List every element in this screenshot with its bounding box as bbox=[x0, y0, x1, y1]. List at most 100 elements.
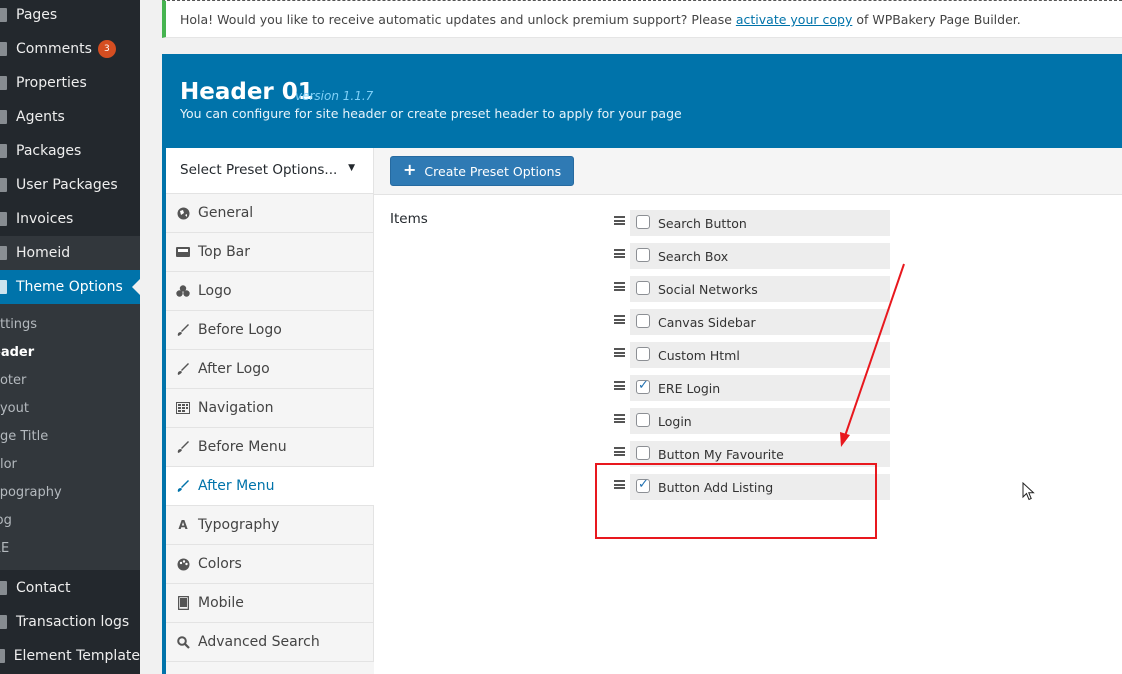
item-checkbox[interactable] bbox=[636, 281, 650, 295]
menu-item-label: Pages bbox=[16, 7, 58, 23]
sortable-item-search-button[interactable]: Search Button bbox=[610, 210, 890, 236]
submenu-item-typography[interactable]: ypography bbox=[0, 479, 62, 507]
section-general[interactable]: General bbox=[166, 194, 374, 233]
item-label: Button My Favourite bbox=[658, 447, 784, 462]
drag-handle-icon[interactable] bbox=[614, 249, 625, 258]
item-checkbox[interactable] bbox=[636, 248, 650, 262]
packages-icon bbox=[0, 144, 7, 158]
section-before-logo[interactable]: Before Logo bbox=[166, 311, 374, 350]
drag-handle-icon[interactable] bbox=[614, 414, 625, 423]
submenu-item-blog[interactable]: log bbox=[0, 507, 12, 535]
menu-item-user-packages[interactable]: User Packages bbox=[0, 168, 140, 202]
sortable-item-canvas-sidebar[interactable]: Canvas Sidebar bbox=[610, 309, 890, 335]
item-checkbox[interactable] bbox=[636, 314, 650, 328]
sortable-item-login[interactable]: Login bbox=[610, 408, 890, 434]
section-nav: Select Preset Options... ▼ General Top B… bbox=[162, 148, 374, 674]
item-checkbox[interactable] bbox=[636, 347, 650, 361]
menu-item-homeid[interactable]: Homeid bbox=[0, 236, 140, 270]
menu-item-label: Invoices bbox=[16, 211, 74, 227]
pages-icon bbox=[0, 8, 7, 22]
drag-handle-icon[interactable] bbox=[614, 381, 625, 390]
section-top-bar[interactable]: Top Bar bbox=[166, 233, 374, 272]
menu-item-label: Element Template bbox=[13, 648, 140, 664]
menu-item-properties[interactable]: Properties bbox=[0, 66, 140, 100]
submenu-item-settings[interactable]: ettings bbox=[0, 311, 37, 339]
theme-options-submenu: ettings eader ooter ayout age Title olor… bbox=[0, 304, 140, 570]
item-label: Canvas Sidebar bbox=[658, 315, 756, 330]
section-label: After Menu bbox=[198, 478, 275, 494]
submenu-item-header[interactable]: eader bbox=[0, 339, 34, 367]
item-label: Social Networks bbox=[658, 282, 758, 297]
version-label: version 1.1.7 bbox=[295, 89, 374, 103]
create-preset-label: Create Preset Options bbox=[424, 163, 562, 179]
submenu-item-footer[interactable]: ooter bbox=[0, 367, 26, 395]
drag-handle-icon[interactable] bbox=[614, 447, 625, 456]
item-checkbox[interactable] bbox=[636, 215, 650, 229]
section-label: General bbox=[198, 205, 254, 221]
menu-item-label: Contact bbox=[16, 580, 71, 596]
sortable-item-social-networks[interactable]: Social Networks bbox=[610, 276, 890, 302]
section-before-menu[interactable]: Before Menu bbox=[166, 428, 374, 467]
section-after-menu[interactable]: After Menu bbox=[166, 467, 374, 506]
section-colors[interactable]: Colors bbox=[166, 545, 374, 584]
section-label: Navigation bbox=[198, 400, 274, 416]
menu-item-label: Homeid bbox=[16, 245, 71, 261]
sortable-item-ere-login[interactable]: ✓ ERE Login bbox=[610, 375, 890, 401]
menu-item-label: Packages bbox=[16, 143, 82, 159]
sortable-item-custom-html[interactable]: Custom Html bbox=[610, 342, 890, 368]
menu-item-pages[interactable]: Pages bbox=[0, 0, 140, 32]
menu-item-transaction-logs[interactable]: Transaction logs bbox=[0, 605, 140, 639]
properties-icon bbox=[0, 76, 7, 90]
section-logo[interactable]: Logo bbox=[166, 272, 374, 311]
menu-item-agents[interactable]: Agents bbox=[0, 100, 140, 134]
item-label: Custom Html bbox=[658, 348, 740, 363]
section-label: Before Menu bbox=[198, 439, 287, 455]
section-label: Typography bbox=[198, 517, 280, 533]
section-typography[interactable]: A Typography bbox=[166, 506, 374, 545]
menu-item-comments[interactable]: Comments 3 bbox=[0, 32, 140, 66]
drag-handle-icon[interactable] bbox=[614, 282, 625, 291]
drag-handle-icon[interactable] bbox=[614, 216, 625, 225]
cubes-icon bbox=[176, 284, 190, 298]
sortable-item-search-box[interactable]: Search Box bbox=[610, 243, 890, 269]
menu-item-packages[interactable]: Packages bbox=[0, 134, 140, 168]
palette-icon bbox=[176, 557, 190, 571]
menu-item-theme-options[interactable]: Theme Options bbox=[0, 270, 140, 304]
admin-sidebar: Pages Comments 3 Properties Agents Packag… bbox=[0, 0, 140, 674]
item-checkbox[interactable]: ✓ bbox=[636, 378, 650, 394]
menu-item-contact[interactable]: Contact bbox=[0, 571, 140, 605]
submenu-item-page-title[interactable]: age Title bbox=[0, 423, 48, 451]
brush-icon bbox=[176, 362, 190, 376]
section-navigation[interactable]: Navigation bbox=[166, 389, 374, 428]
caret-down-icon: ▼ bbox=[348, 163, 355, 173]
menu-item-label: User Packages bbox=[16, 177, 118, 193]
section-advanced-search[interactable]: Advanced Search bbox=[166, 623, 374, 662]
section-label: After Logo bbox=[198, 361, 270, 377]
preset-select-label: Select Preset Options... bbox=[180, 162, 338, 178]
menu-item-label: Comments bbox=[16, 41, 92, 57]
comments-icon bbox=[0, 42, 7, 56]
submenu-item-ere[interactable]: RE bbox=[0, 535, 9, 563]
item-box: Canvas Sidebar bbox=[630, 309, 890, 335]
menu-item-element-template[interactable]: Element Template bbox=[0, 639, 140, 673]
item-box: Custom Html bbox=[630, 342, 890, 368]
globe-icon bbox=[176, 206, 190, 220]
comments-count-badge: 3 bbox=[97, 40, 116, 58]
create-preset-button[interactable]: + Create Preset Options bbox=[390, 156, 575, 186]
tablet-icon bbox=[176, 596, 190, 610]
menu-item-invoices[interactable]: Invoices bbox=[0, 202, 140, 236]
update-notice: Hola! Would you like to receive automati… bbox=[162, 0, 1122, 38]
drag-handle-icon[interactable] bbox=[614, 315, 625, 324]
activate-link[interactable]: activate your copy bbox=[736, 12, 852, 27]
homeid-icon bbox=[0, 246, 7, 260]
item-checkbox[interactable] bbox=[636, 446, 650, 460]
submenu-item-color[interactable]: olor bbox=[0, 451, 17, 479]
section-mobile[interactable]: Mobile bbox=[166, 584, 374, 623]
preset-select[interactable]: Select Preset Options... ▼ bbox=[166, 148, 374, 194]
drag-handle-icon[interactable] bbox=[614, 348, 625, 357]
transaction-logs-icon bbox=[0, 615, 7, 629]
submenu-item-layout[interactable]: ayout bbox=[0, 395, 29, 423]
item-box: ✓ ERE Login bbox=[630, 375, 890, 401]
item-checkbox[interactable] bbox=[636, 413, 650, 427]
section-after-logo[interactable]: After Logo bbox=[166, 350, 374, 389]
